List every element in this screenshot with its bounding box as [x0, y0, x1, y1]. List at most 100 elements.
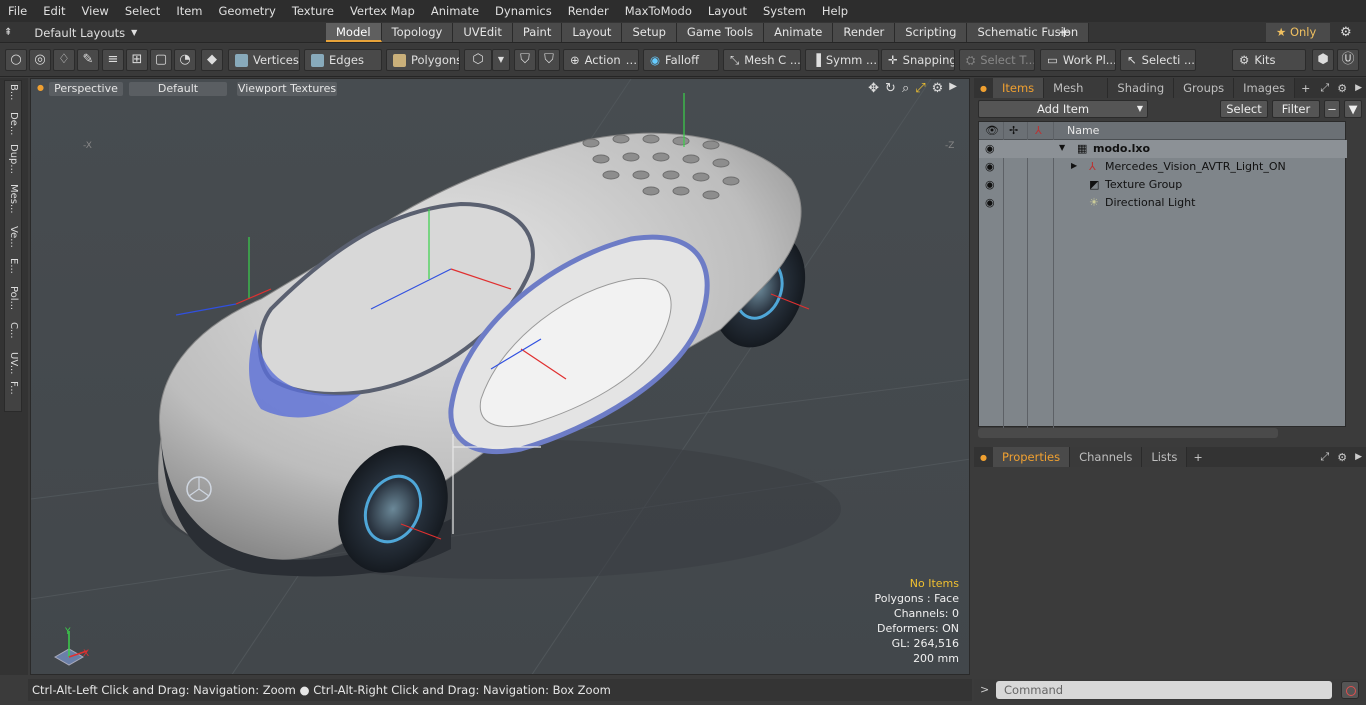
- item-row-directional-light[interactable]: ◉ ☀ Directional Light: [979, 194, 1347, 212]
- filter-button[interactable]: Filter: [1272, 100, 1320, 118]
- menu-vertex-map[interactable]: Vertex Map: [342, 4, 423, 18]
- item-row-modo-lxo[interactable]: ◉ ▼ ▦ modo.lxo: [979, 140, 1347, 158]
- snapping-button[interactable]: ✛ Snapping: [881, 49, 955, 71]
- polygons-button[interactable]: Polygons: [386, 49, 460, 71]
- unreal-icon[interactable]: Ⓤ: [1337, 49, 1359, 71]
- menu-geometry[interactable]: Geometry: [211, 4, 284, 18]
- panel-expand-icon[interactable]: ⤢: [1316, 81, 1333, 95]
- panel-arrow-icon[interactable]: ▶: [1351, 83, 1366, 93]
- tab-shading[interactable]: Shading: [1108, 78, 1175, 98]
- command-input[interactable]: Command: [996, 681, 1332, 699]
- circle-select-icon[interactable]: ○: [5, 49, 27, 71]
- menu-file[interactable]: File: [0, 4, 35, 18]
- viewport-gear-icon[interactable]: ⚙: [932, 81, 944, 96]
- vertices-button[interactable]: Vertices: [228, 49, 300, 71]
- chevron-down-icon[interactable]: ▼: [492, 49, 510, 71]
- symmetry-shield-icon[interactable]: ⛉: [514, 49, 536, 71]
- panel-arrow-icon[interactable]: ▶: [1351, 452, 1366, 462]
- tab-topology[interactable]: Topology: [381, 23, 454, 42]
- left-tab-basic[interactable]: B...: [7, 84, 19, 108]
- item-row-mercedes[interactable]: ◉ ▶ ⅄ Mercedes_Vision_AVTR_Light_ON: [979, 158, 1347, 176]
- add-tab-plus-icon[interactable]: +: [1295, 82, 1316, 95]
- shield-icon[interactable]: ⛉: [538, 49, 560, 71]
- unity-icon[interactable]: ⬢: [1312, 49, 1334, 71]
- selection-sets-button[interactable]: ↖ Selecti ...: [1120, 49, 1196, 71]
- menu-select[interactable]: Select: [117, 4, 168, 18]
- action-button[interactable]: ⊕ Action…: [563, 49, 639, 71]
- eye-icon[interactable]: ◉: [985, 143, 997, 155]
- item-mode-icon[interactable]: ◆: [201, 49, 223, 71]
- move-view-icon[interactable]: ✥: [868, 81, 879, 96]
- expand-arrow-icon[interactable]: ▼: [1059, 143, 1065, 152]
- expand-arrow-icon[interactable]: ▶: [1071, 161, 1077, 170]
- menu-item[interactable]: Item: [168, 4, 210, 18]
- menu-texture[interactable]: Texture: [284, 4, 342, 18]
- record-macro-icon[interactable]: [1341, 681, 1359, 699]
- left-tab-uv[interactable]: UV...: [7, 352, 19, 378]
- panel-expand-icon[interactable]: ⤢: [1316, 450, 1333, 464]
- select-through-button[interactable]: ⛭ Select T...: [959, 49, 1035, 71]
- tab-layout[interactable]: Layout: [562, 23, 623, 42]
- left-tab-polygon[interactable]: Pol...: [7, 286, 19, 318]
- collapse-icon[interactable]: −: [1324, 100, 1340, 118]
- tab-channels[interactable]: Channels: [1070, 447, 1143, 467]
- funnel-icon[interactable]: ▼: [1344, 100, 1362, 118]
- panel-gear-icon[interactable]: ⚙: [1333, 451, 1351, 464]
- tab-paint[interactable]: Paint: [512, 23, 563, 42]
- 3d-viewport[interactable]: Y X -X -Z ● Perspective Default Viewport…: [30, 78, 970, 675]
- left-tab-curve[interactable]: C...: [7, 322, 19, 348]
- left-tab-edge[interactable]: E...: [7, 258, 19, 282]
- item-row-texture-group[interactable]: ◉ ◩ Texture Group: [979, 176, 1347, 194]
- symmetry-button[interactable]: ▐ Symm ...: [805, 49, 879, 71]
- view-mode-button[interactable]: Perspective: [49, 82, 123, 96]
- mesh-constraint-button[interactable]: ⤡ Mesh C ...: [723, 49, 801, 71]
- only-toggle[interactable]: ★ Only: [1266, 23, 1330, 42]
- tab-mesh-ops[interactable]: Mesh Ops: [1044, 78, 1109, 115]
- left-tab-duplicate[interactable]: Dup...: [7, 144, 19, 180]
- tab-model[interactable]: Model: [326, 23, 382, 42]
- menu-dynamics[interactable]: Dynamics: [487, 4, 560, 18]
- expand-arrow-icon[interactable]: ▶: [949, 81, 957, 96]
- layer-icon[interactable]: ≡: [102, 49, 124, 71]
- menu-render[interactable]: Render: [560, 4, 617, 18]
- left-tab-vertex[interactable]: Ve...: [7, 226, 19, 254]
- tab-game-tools[interactable]: Game Tools: [676, 23, 765, 42]
- menu-layout[interactable]: Layout: [700, 4, 755, 18]
- layout-selector[interactable]: ⇞ Default Layouts ▼: [4, 24, 137, 41]
- tab-groups[interactable]: Groups: [1174, 78, 1235, 98]
- tab-properties[interactable]: Properties: [992, 447, 1071, 467]
- rotate-view-icon[interactable]: ↻: [885, 81, 896, 96]
- falloff-button[interactable]: ◉ Falloff: [643, 49, 719, 71]
- tab-render[interactable]: Render: [833, 23, 896, 42]
- viewport-textures-button[interactable]: Viewport Textures: [237, 82, 337, 96]
- add-item-button[interactable]: Add Item ▼: [978, 100, 1148, 118]
- eye-icon[interactable]: ◉: [985, 161, 997, 173]
- tab-setup[interactable]: Setup: [622, 23, 677, 42]
- shading-button[interactable]: Default: [129, 82, 227, 96]
- menu-system[interactable]: System: [755, 4, 814, 18]
- left-tab-deform[interactable]: De...: [7, 112, 19, 140]
- panel-dot-icon[interactable]: ●: [974, 453, 993, 462]
- select-button[interactable]: Select: [1220, 100, 1268, 118]
- left-tab-fusion[interactable]: F...: [7, 381, 19, 407]
- tab-images[interactable]: Images: [1234, 78, 1296, 98]
- material-icon[interactable]: ⬡: [464, 49, 492, 71]
- transform-icon[interactable]: ⊞: [126, 49, 148, 71]
- tab-uvedit[interactable]: UVEdit: [453, 23, 513, 42]
- globe-icon[interactable]: ◎: [29, 49, 51, 71]
- menu-animate[interactable]: Animate: [423, 4, 487, 18]
- brush-icon[interactable]: ✎: [77, 49, 99, 71]
- menu-help[interactable]: Help: [814, 4, 856, 18]
- zoom-view-icon[interactable]: ⌕: [902, 81, 909, 96]
- eye-icon[interactable]: ◉: [985, 179, 997, 191]
- fit-view-icon[interactable]: ⤢: [915, 81, 925, 96]
- square-icon[interactable]: ▢: [150, 49, 172, 71]
- kits-button[interactable]: ⚙ Kits: [1232, 49, 1306, 71]
- menu-view[interactable]: View: [74, 4, 117, 18]
- rotate-icon[interactable]: ◔: [174, 49, 196, 71]
- left-tab-mesh[interactable]: Mes...: [7, 184, 19, 222]
- menu-maxtomodo[interactable]: MaxToModo: [617, 4, 700, 18]
- add-tab-plus-icon[interactable]: +: [1058, 23, 1072, 41]
- tab-animate[interactable]: Animate: [764, 23, 834, 42]
- eye-icon[interactable]: ◉: [985, 197, 997, 209]
